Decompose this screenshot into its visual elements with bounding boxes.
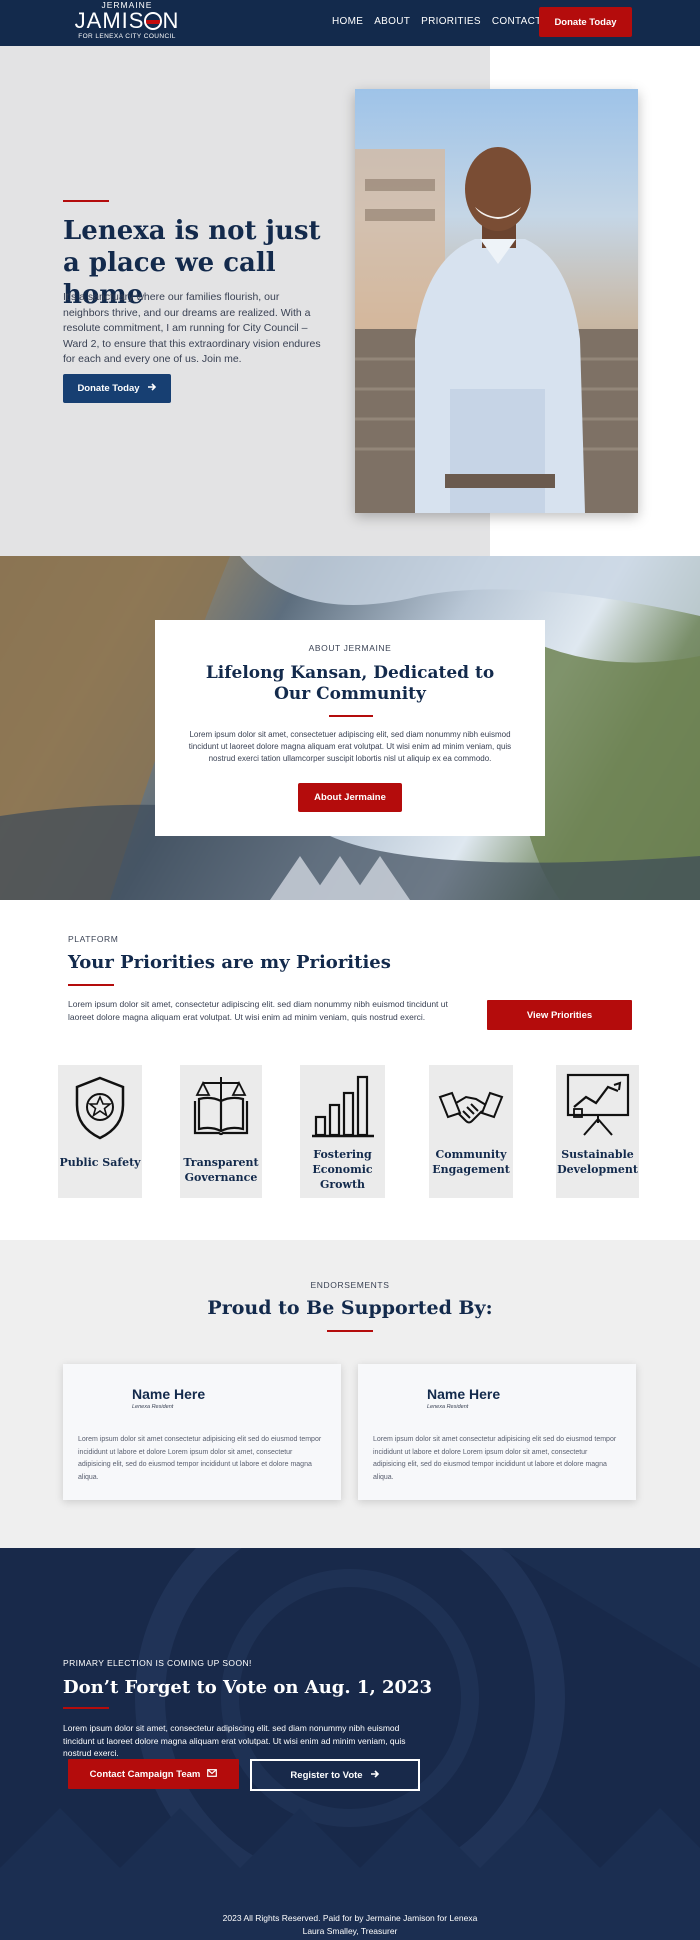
priority-card-public-safety[interactable]: Public Safety <box>58 1065 142 1198</box>
cta-accent-rule <box>63 1707 109 1709</box>
hero-accent-rule <box>63 200 109 202</box>
priorities-title: Your Priorities are my Priorities <box>68 952 391 973</box>
contact-label: Contact Campaign Team <box>89 1768 201 1780</box>
presentation-chart-icon <box>566 1073 629 1136</box>
priority-label: Community Engagement <box>432 1148 510 1176</box>
candidate-photo <box>355 89 638 513</box>
register-label: Register to Vote <box>290 1769 363 1781</box>
envelope-icon <box>207 1768 218 1780</box>
contact-campaign-team-button[interactable]: Contact Campaign Team <box>68 1759 239 1789</box>
nav-priorities[interactable]: PRIORITIES <box>421 16 481 27</box>
about-text: Lorem ipsum dolor sit amet, consectetuer… <box>188 730 512 763</box>
priority-label: Public Safety <box>59 1156 141 1169</box>
about-eyebrow: ABOUT JERMAINE <box>308 643 392 653</box>
logo-last-name: JAMIS N <box>74 8 180 33</box>
cta-title: Don’t Forget to Vote on Aug. 1, 2023 <box>63 1677 433 1698</box>
about-title: Lifelong Kansan, Dedicated to Our Commun… <box>205 663 495 704</box>
about-accent-rule <box>329 715 373 717</box>
view-priorities-button[interactable]: View Priorities <box>487 1000 632 1030</box>
hero-donate-label: Donate Today <box>77 383 140 394</box>
priority-label: Transparent Governance <box>183 1156 259 1184</box>
priority-label: Fostering Economic Growth <box>312 1148 373 1191</box>
header-donate-button[interactable]: Donate Today <box>539 7 632 37</box>
about-card: ABOUT JERMAINE Lifelong Kansan, Dedicate… <box>155 620 545 836</box>
endorsements-eyebrow: ENDORSEMENTS <box>310 1280 390 1290</box>
priority-label: Sustainable Development <box>557 1148 638 1176</box>
cta-text: Lorem ipsum dolor sit amet, consectetur … <box>63 1723 406 1758</box>
footer-line-1: 2023 All Rights Reserved. Paid for by Je… <box>222 1913 478 1923</box>
endorsements-accent-rule <box>327 1330 373 1332</box>
priorities-accent-rule <box>68 984 114 986</box>
cta-eyebrow: PRIMARY ELECTION IS COMING UP SOON! <box>63 1658 252 1668</box>
priority-card-sustainable-development[interactable]: Sustainable Development <box>556 1065 639 1198</box>
priority-card-community-engagement[interactable]: Community Engagement <box>429 1065 513 1198</box>
register-to-vote-button[interactable]: Register to Vote <box>250 1759 420 1791</box>
arrow-right-icon <box>370 1769 380 1782</box>
logo-subtitle: FOR LENEXA CITY COUNCIL <box>78 33 176 40</box>
bar-chart-icon <box>311 1075 374 1138</box>
site-header: JERMAINE JAMIS N FOR LENEXA CITY COUNCIL … <box>0 0 700 46</box>
nav-home[interactable]: HOME <box>332 16 363 27</box>
footer-line-2: Laura Smalley, Treasurer <box>302 1925 398 1936</box>
endorser-role: Lenexa Resident <box>132 1404 174 1410</box>
shield-star-icon <box>75 1076 125 1140</box>
endorsement-text: Lorem ipsum dolor sit amet consectetur a… <box>78 1436 322 1481</box>
scales-book-icon <box>193 1077 249 1136</box>
priorities-eyebrow: PLATFORM <box>68 934 119 944</box>
campaign-logo[interactable]: JERMAINE JAMIS N FOR LENEXA CITY COUNCIL <box>72 1 182 45</box>
priority-card-economic-growth[interactable]: Fostering Economic Growth <box>300 1065 385 1198</box>
nav-about[interactable]: ABOUT <box>374 16 410 27</box>
endorser-role: Lenexa Resident <box>427 1404 469 1410</box>
main-nav: HOME ABOUT PRIORITIES CONTACT <box>332 16 542 27</box>
endorser-name: Name Here <box>427 1386 501 1402</box>
hero-text: It’s a sanctuary where our families flou… <box>63 291 321 365</box>
handshake-icon <box>438 1091 504 1124</box>
priorities-text: Lorem ipsum dolor sit amet, consectetur … <box>68 999 448 1022</box>
endorsement-card: Name Here Lenexa Resident Lorem ipsum do… <box>63 1364 341 1500</box>
hero-donate-button[interactable]: Donate Today <box>63 374 171 403</box>
endorsements-title: Proud to Be Supported By: <box>207 1297 493 1319</box>
endorsement-card: Name Here Lenexa Resident Lorem ipsum do… <box>358 1364 636 1500</box>
nav-contact[interactable]: CONTACT <box>492 16 542 27</box>
arrow-right-icon <box>147 382 157 395</box>
endorsement-text: Lorem ipsum dolor sit amet consectetur a… <box>373 1436 617 1481</box>
logo-o-emblem-icon <box>144 12 163 30</box>
footer-legal: 2023 All Rights Reserved. Paid for by Je… <box>0 1912 700 1937</box>
about-jermaine-button[interactable]: About Jermaine <box>298 783 402 812</box>
priority-card-transparent-governance[interactable]: Transparent Governance <box>180 1065 262 1198</box>
endorser-name: Name Here <box>132 1386 206 1402</box>
